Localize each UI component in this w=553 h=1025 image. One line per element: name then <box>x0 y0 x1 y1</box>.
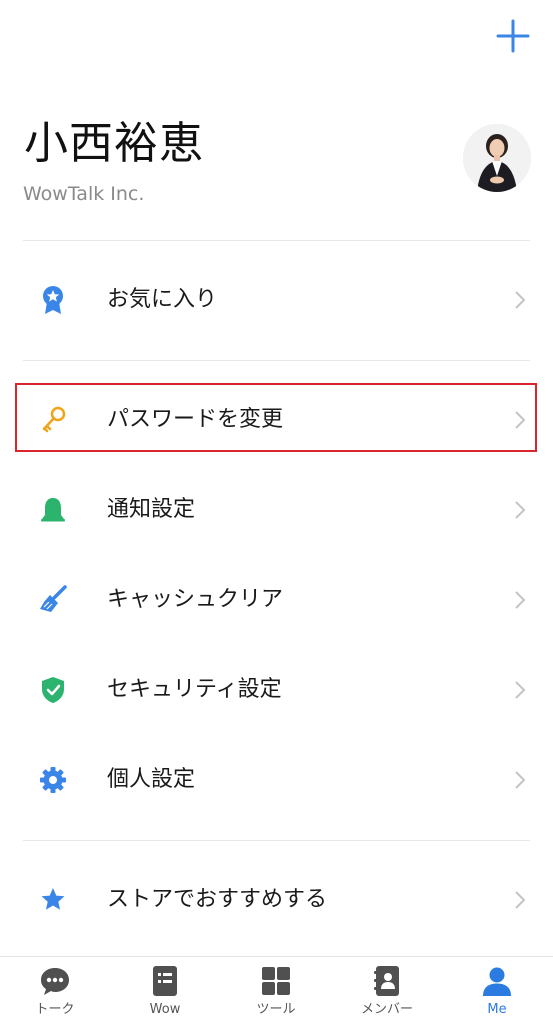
chevron-right-icon <box>513 500 527 520</box>
tab-label: Wow <box>149 1002 181 1017</box>
shield-check-icon <box>38 675 68 705</box>
chevron-right-icon <box>513 680 527 700</box>
tab-tools[interactable]: ツール <box>221 957 331 1025</box>
gear-icon <box>38 765 68 795</box>
contacts-book-icon <box>371 965 403 997</box>
profile-company: WowTalk Inc. <box>23 183 145 205</box>
menu-item-label: 通知設定 <box>107 497 196 522</box>
menu-item-label: セキュリティ設定 <box>107 677 282 702</box>
menu-item-security-settings[interactable]: セキュリティ設定 <box>0 654 553 726</box>
menu-item-cache-clear[interactable]: キャッシュクリア <box>0 564 553 636</box>
tab-members[interactable]: メンバー <box>332 957 442 1025</box>
plus-icon <box>496 19 530 53</box>
document-list-icon <box>149 965 181 997</box>
star-icon <box>38 885 68 915</box>
divider <box>23 840 530 841</box>
tab-label: トーク <box>35 1002 75 1017</box>
menu-item-label: 個人設定 <box>107 767 196 792</box>
menu-item-label: キャッシュクリア <box>107 587 284 612</box>
grid-icon <box>260 965 292 997</box>
person-icon <box>481 965 513 997</box>
tab-me[interactable]: Me <box>442 957 552 1025</box>
add-button[interactable] <box>493 16 533 56</box>
divider <box>23 240 530 241</box>
menu-item-label: お気に入り <box>107 287 218 312</box>
divider <box>23 360 530 361</box>
menu-item-label: ストアでおすすめする <box>107 887 328 912</box>
tab-label: Me <box>487 1002 507 1017</box>
tab-bar: トーク Wow ツール メンバー Me <box>0 956 553 1025</box>
highlight-box <box>15 383 537 452</box>
tab-label: メンバー <box>360 1002 413 1017</box>
bell-icon <box>38 495 68 525</box>
tab-talk[interactable]: トーク <box>0 957 110 1025</box>
chevron-right-icon <box>513 290 527 310</box>
profile-name: 小西裕恵 <box>24 118 204 169</box>
chevron-right-icon <box>513 590 527 610</box>
menu-item-recommend-store[interactable]: ストアでおすすめする <box>0 864 553 936</box>
avatar-photo <box>463 124 531 192</box>
broom-icon <box>38 585 68 615</box>
chevron-right-icon <box>513 770 527 790</box>
avatar[interactable] <box>463 124 531 192</box>
menu-item-favorites[interactable]: お気に入り <box>0 264 553 336</box>
ribbon-star-icon <box>38 285 68 315</box>
chat-bubble-icon <box>39 965 71 997</box>
tab-wow[interactable]: Wow <box>110 957 220 1025</box>
chevron-right-icon <box>513 890 527 910</box>
menu-item-notification-settings[interactable]: 通知設定 <box>0 474 553 546</box>
menu-item-personal-settings[interactable]: 個人設定 <box>0 744 553 816</box>
tab-label: ツール <box>256 1002 296 1017</box>
